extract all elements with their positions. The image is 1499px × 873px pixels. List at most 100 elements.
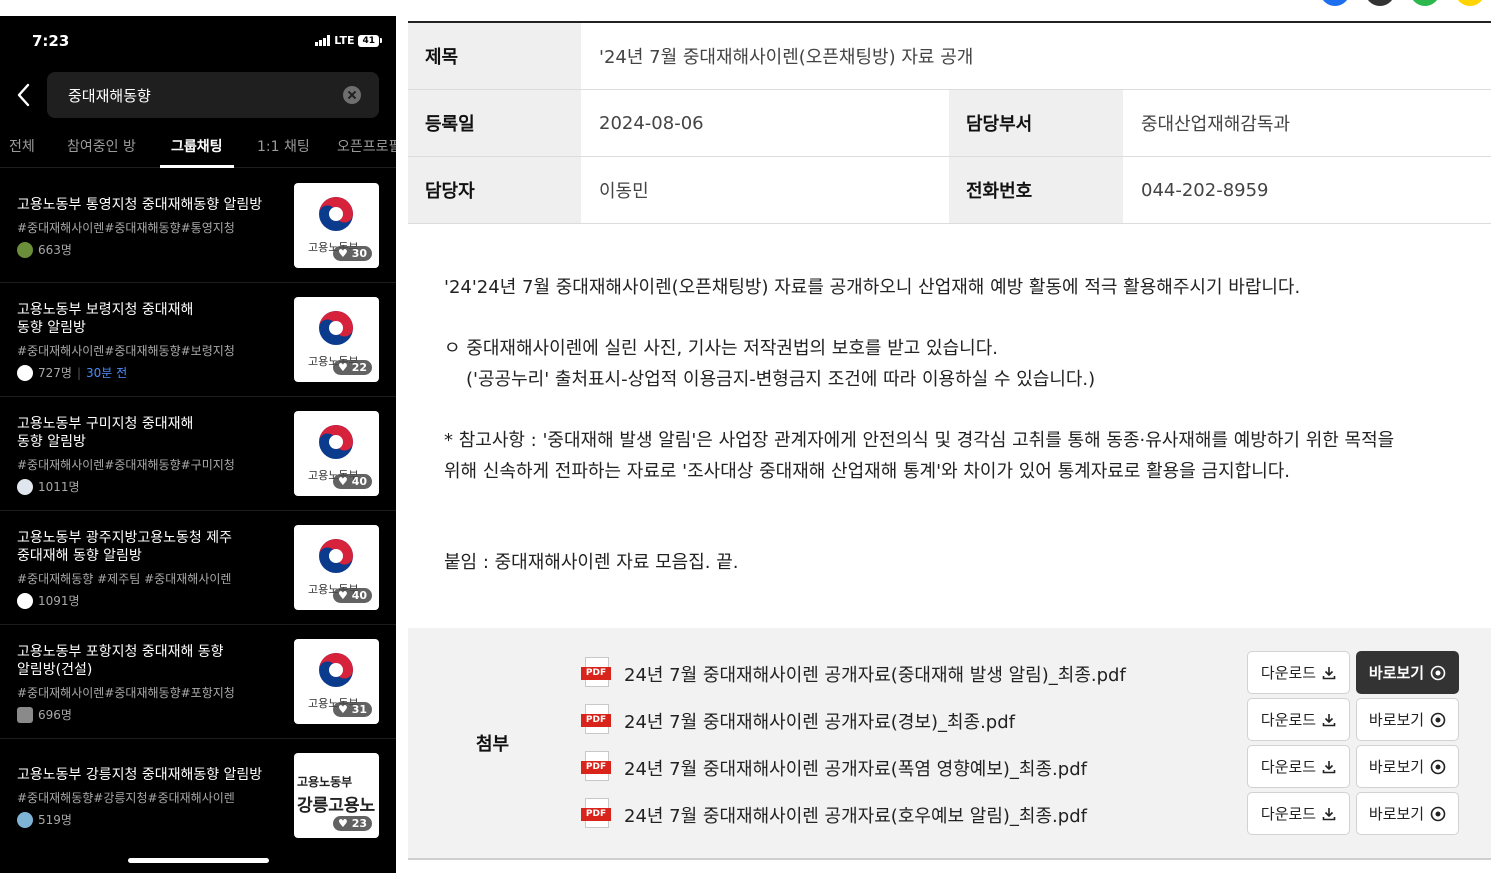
dept-label: 담당부서 [949, 90, 1123, 156]
room-tags: #중대재해동향#강릉지청#중대재해사이렌 [17, 791, 235, 805]
search-tabs: 전체 참여중인 방 그룹채팅 1:1 채팅 오픈프로필 [0, 134, 396, 168]
attachment-filename: 24년 7월 중대재해사이렌 공개자료(경보)_최종.pdf [624, 712, 1015, 733]
room-tags: #중대재해사이렌#중대재해동향#보령지청 [17, 344, 235, 358]
room-tags: #중대재해동향 #제주팀 #중대재해사이렌 [17, 572, 232, 586]
attachment-row: PDF 24년 7월 중대재해사이렌 공개자료(경보)_최종.pdf 다운로드 … [581, 698, 1461, 744]
attachment-filename: 24년 7월 중대재해사이렌 공개자료(호우예보 알림)_최종.pdf [624, 806, 1087, 827]
tab-joined-rooms[interactable]: 참여중인 방 [67, 136, 136, 156]
gov-emblem-icon [319, 539, 353, 573]
view-button[interactable]: 바로보기 [1356, 745, 1459, 788]
attachment-filename: 24년 7월 중대재해사이렌 공개자료(폭염 영향예보)_최종.pdf [624, 759, 1087, 780]
active-tab-indicator [160, 165, 234, 168]
thumbnail-label-secondary: 강릉고용노 [297, 796, 376, 816]
doc-phone: 044-202-8959 [1141, 179, 1269, 201]
list-item[interactable]: 고용노동부 보령지청 중대재해 동향 알림방 #중대재해사이렌#중대재해동향#보… [0, 283, 396, 397]
blue-dot-icon [1320, 0, 1350, 6]
thumbnail-label: 고용노동부 [297, 775, 353, 789]
room-thumbnail: 고용노동부 ♥ 22 [294, 297, 379, 382]
download-button[interactable]: 다운로드 [1247, 745, 1350, 788]
title-row: 제목 '24년 7월 중대재해사이렌(오픈채팅방) 자료 공개 [408, 23, 1491, 90]
download-button[interactable]: 다운로드 [1247, 698, 1350, 741]
body-paragraph: 위해 신속하게 전파하는 자료로 '조사대상 중대재해 산업재해 통계'와 차이… [444, 461, 1291, 482]
signal-icon [315, 35, 331, 46]
like-count: 40 [351, 589, 367, 602]
room-tags: #중대재해사이렌#중대재해동향#통영지청 [17, 221, 235, 235]
like-count: 40 [351, 475, 367, 488]
download-icon [1322, 666, 1336, 679]
date-dept-row: 등록일 2024-08-06 담당부서 중대산업재해감독과 [408, 90, 1491, 157]
member-count: 727명 [38, 366, 72, 380]
room-tags: #중대재해사이렌#중대재해동향#구미지청 [17, 458, 235, 472]
date-label: 등록일 [408, 90, 581, 156]
download-icon [1322, 807, 1336, 820]
member-count: 1091명 [38, 594, 80, 608]
body-paragraph: ('공공누리' 출처표시-상업적 이용금지-변형금지 조건에 따라 이용하실 수… [466, 369, 1096, 390]
room-name: 고용노동부 구미지청 중대재해 동향 알림방 [17, 416, 194, 450]
pdf-icon: PDF [581, 798, 611, 828]
search-query: 중대재해동향 [68, 87, 151, 105]
title-label: 제목 [408, 23, 581, 89]
room-name: 고용노동부 포항지청 중대재해 동향 알림방(건설) [17, 644, 224, 678]
owner-avatar [17, 478, 33, 495]
tab-one-on-one[interactable]: 1:1 채팅 [257, 136, 310, 156]
download-button[interactable]: 다운로드 [1247, 651, 1350, 694]
room-name: 고용노동부 강릉지청 중대재해동향 알림방 [17, 767, 263, 783]
owner-avatar [17, 592, 33, 609]
back-chevron-icon[interactable] [14, 80, 34, 110]
search-input[interactable]: 중대재해동향 [47, 72, 379, 118]
download-icon [1322, 713, 1336, 726]
gov-emblem-icon [319, 653, 353, 687]
eye-icon [1430, 665, 1446, 680]
list-item[interactable]: 고용노동부 구미지청 중대재해 동향 알림방 #중대재해사이렌#중대재해동향#구… [0, 397, 396, 511]
heart-icon: ♥ 40 [332, 588, 372, 603]
doc-person: 이동민 [599, 181, 649, 202]
tab-open-profile[interactable]: 오픈프로필 [337, 136, 396, 156]
download-button[interactable]: 다운로드 [1247, 792, 1350, 835]
view-button[interactable]: 바로보기 [1356, 698, 1459, 741]
room-name: 고용노동부 보령지청 중대재해 동향 알림방 [17, 302, 194, 336]
heart-icon: ♥ 40 [332, 474, 372, 489]
owner-avatar [17, 241, 33, 258]
download-icon [1322, 760, 1336, 773]
status-indicators: LTE 41 [315, 34, 382, 47]
heart-icon: ♥ 31 [332, 702, 372, 717]
tab-group-chat[interactable]: 그룹채팅 [171, 136, 223, 156]
notice-document: 제목 '24년 7월 중대재해사이렌(오픈채팅방) 자료 공개 등록일 2024… [408, 0, 1499, 873]
phone-label: 전화번호 [949, 157, 1123, 223]
clear-icon[interactable] [343, 86, 361, 104]
attachment-row: PDF 24년 7월 중대재해사이렌 공개자료(폭염 영향예보)_최종.pdf … [581, 745, 1461, 791]
doc-title: '24년 7월 중대재해사이렌(오픈채팅방) 자료 공개 [599, 47, 974, 68]
list-item[interactable]: 고용노동부 광주지방고용노동청 제주 중대재해 동향 알림방 #중대재해동향 #… [0, 511, 396, 625]
color-dots [1320, 0, 1485, 6]
eye-icon [1430, 759, 1446, 774]
phone-screen: 7:23 LTE 41 중대재해동향 전체 참여중인 방 그룹채팅 1:1 채팅… [0, 16, 396, 873]
list-item[interactable]: 고용노동부 통영지청 중대재해동향 알림방 #중대재해사이렌#중대재해동향#통영… [0, 169, 396, 283]
doc-body: '24'24년 7월 중대재해사이렌(오픈채팅방) 자료를 공개하오니 산업재해… [444, 276, 1484, 575]
like-count: 22 [351, 361, 367, 374]
gov-emblem-icon [319, 311, 353, 345]
list-item[interactable]: 고용노동부 강릉지청 중대재해동향 알림방 #중대재해동향#강릉지청#중대재해사… [0, 739, 396, 853]
room-thumbnail: 고용노동부 ♥ 40 [294, 525, 379, 610]
recent-activity: 30분 전 [86, 366, 128, 380]
yellow-dot-icon [1455, 0, 1485, 6]
like-count: 23 [351, 817, 367, 830]
info-table: 제목 '24년 7월 중대재해사이렌(오픈채팅방) 자료 공개 등록일 2024… [408, 23, 1491, 224]
room-list: 고용노동부 통영지청 중대재해동향 알림방 #중대재해사이렌#중대재해동향#통영… [0, 169, 396, 853]
body-paragraph: '24'24년 7월 중대재해사이렌(오픈채팅방) 자료를 공개하오니 산업재해… [444, 277, 1301, 298]
doc-dept: 중대산업재해감독과 [1141, 114, 1291, 135]
view-button[interactable]: 바로보기 [1356, 792, 1459, 835]
tab-all[interactable]: 전체 [9, 136, 35, 156]
pdf-icon: PDF [581, 751, 611, 781]
doc-date: 2024-08-06 [599, 112, 704, 134]
body-paragraph: 붙임 : 중대재해사이렌 자료 모음집. 끝. [444, 552, 739, 573]
list-item[interactable]: 고용노동부 포항지청 중대재해 동향 알림방(건설) #중대재해사이렌#중대재해… [0, 625, 396, 739]
gov-emblem-icon [319, 197, 353, 231]
eye-icon [1430, 806, 1446, 821]
owner-avatar [17, 364, 33, 381]
room-thumbnail: 고용노동부 ♥ 30 [294, 183, 379, 268]
owner-avatar [17, 706, 33, 723]
green-dot-icon [1410, 0, 1440, 6]
room-name: 고용노동부 광주지방고용노동청 제주 중대재해 동향 알림방 [17, 530, 232, 564]
network-type: LTE [334, 34, 355, 47]
view-button[interactable]: 바로보기 [1356, 651, 1459, 694]
